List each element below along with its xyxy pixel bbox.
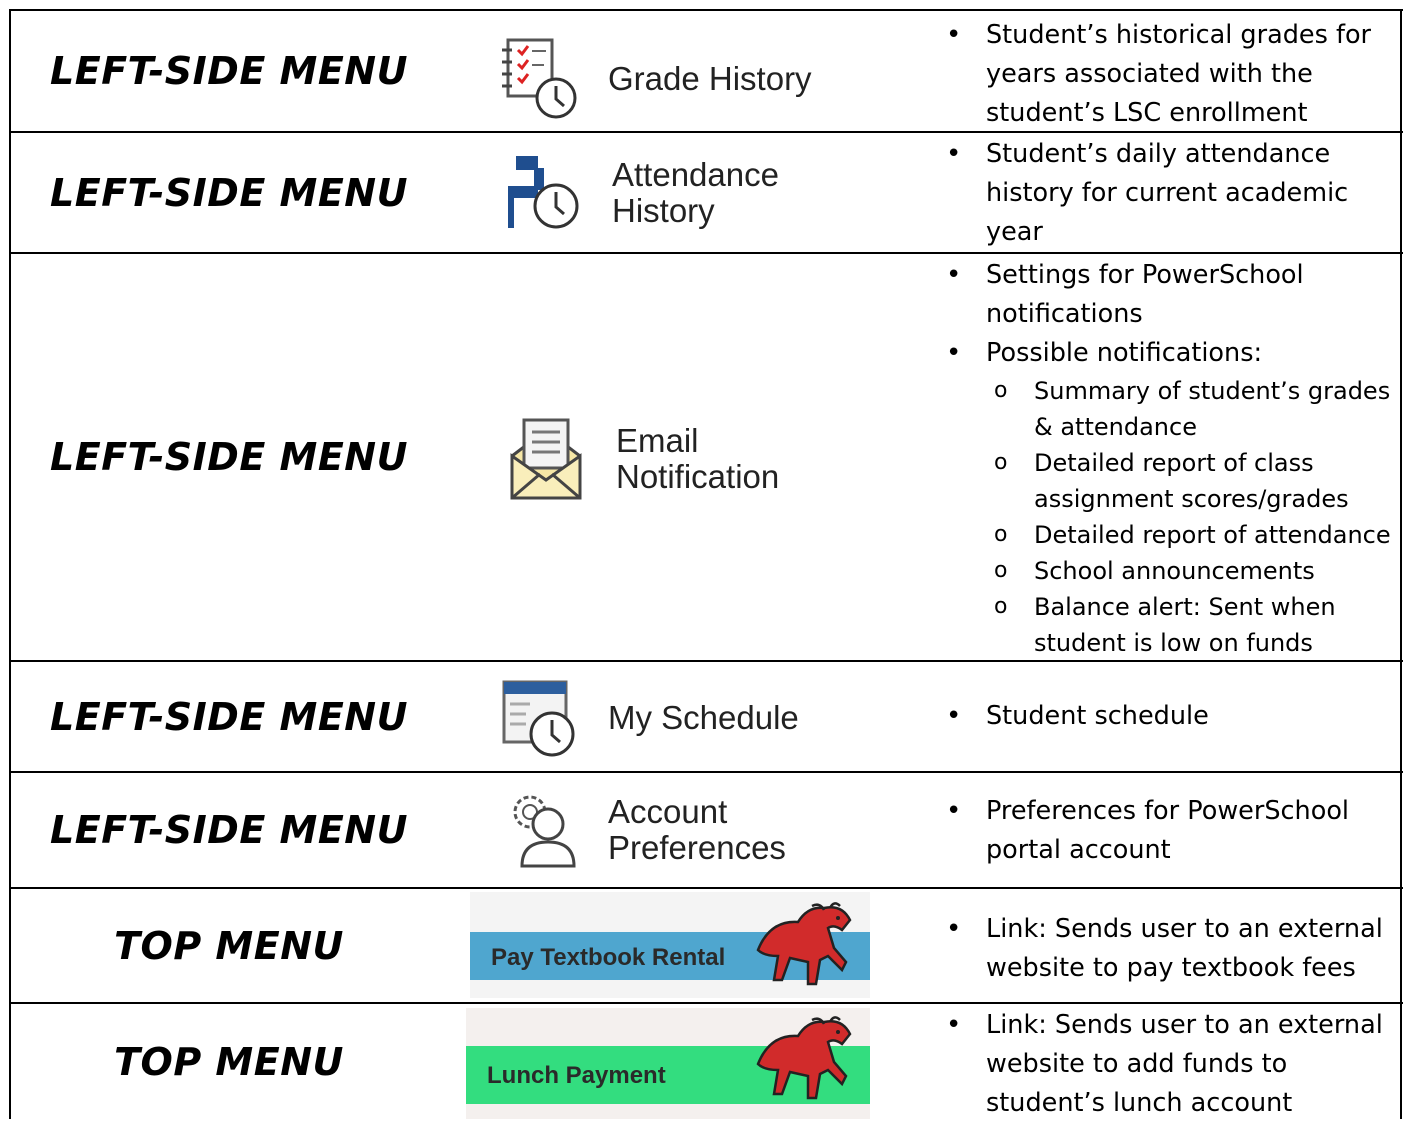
menu-location-label: LEFT-SIDE MENU <box>50 435 408 479</box>
bullet-item: Student’s historical grades for years as… <box>938 16 1398 133</box>
lunch-payment-banner[interactable]: Lunch Payment <box>466 1008 870 1119</box>
menu-item-label: Email Notification <box>616 423 779 495</box>
my-schedule-icon <box>500 676 580 760</box>
sub-bullet-item: Balance alert: Sent when student is low … <box>938 589 1398 661</box>
bronco-mascot-icon <box>750 900 862 992</box>
description: Preferences for PowerSchool portal accou… <box>938 792 1398 870</box>
menu-item-grade-history[interactable]: Grade History <box>498 36 812 122</box>
label-line: Notification <box>616 458 780 495</box>
sub-bullet-item: Detailed report of attendance <box>938 517 1398 553</box>
label-line: Email <box>616 422 699 459</box>
menu-item-my-schedule[interactable]: My Schedule <box>500 676 799 760</box>
description: Student schedule <box>938 697 1398 736</box>
banner-label: Pay Textbook Rental <box>491 944 726 971</box>
menu-location-label: LEFT-SIDE MENU <box>50 694 408 739</box>
menu-item-label: Account Preferences <box>608 794 786 866</box>
label-line: Account <box>608 793 728 830</box>
email-notification-icon <box>506 414 586 504</box>
bullet-item: Link: Sends user to an external website … <box>938 910 1398 988</box>
description: Link: Sends user to an external website … <box>938 1006 1398 1123</box>
sub-bullet-item: School announcements <box>938 553 1398 589</box>
bullet-item: Link: Sends user to an external website … <box>938 1006 1398 1123</box>
menu-item-label: Grade History <box>608 60 812 97</box>
sub-bullet-item: Summary of student’s grades & attendance <box>938 373 1398 445</box>
account-preferences-icon <box>508 788 578 872</box>
banner-label: Lunch Payment <box>487 1062 666 1089</box>
description: Link: Sends user to an external website … <box>938 910 1398 988</box>
description: Settings for PowerSchool notifications P… <box>938 256 1398 661</box>
menu-item-account-preferences[interactable]: Account Preferences <box>508 788 786 872</box>
menu-location-label: LEFT-SIDE MENU <box>50 49 408 93</box>
label-line: Attendance <box>612 156 779 193</box>
menu-location-label: TOP MENU <box>114 1039 344 1084</box>
menu-item-label: Attendance History <box>612 157 779 229</box>
bronco-mascot-icon <box>750 1014 862 1106</box>
description: Student’s daily attendance history for c… <box>938 135 1398 252</box>
bullet-item: Possible notifications: <box>938 334 1398 373</box>
sub-bullet-item: Detailed report of class assignment scor… <box>938 445 1398 517</box>
label-line: Preferences <box>608 829 786 866</box>
bullet-item: Student schedule <box>938 697 1398 736</box>
label-line: History <box>612 192 715 229</box>
menu-location-label: LEFT-SIDE MENU <box>50 808 408 852</box>
attendance-history-icon <box>504 150 584 236</box>
menu-item-label: My Schedule <box>608 699 799 736</box>
menu-location-label: LEFT-SIDE MENU <box>50 170 408 215</box>
menu-item-attendance-history[interactable]: Attendance History <box>504 150 779 236</box>
description: Student’s historical grades for years as… <box>938 16 1398 133</box>
bullet-item: Preferences for PowerSchool portal accou… <box>938 792 1398 870</box>
grade-history-icon <box>498 36 584 122</box>
pay-textbook-rental-banner[interactable]: Pay Textbook Rental <box>470 892 870 998</box>
menu-item-email-notification[interactable]: Email Notification <box>506 414 779 504</box>
menu-location-label: TOP MENU <box>114 923 344 968</box>
bullet-item: Settings for PowerSchool notifications <box>938 256 1398 334</box>
bullet-item: Student’s daily attendance history for c… <box>938 135 1398 252</box>
